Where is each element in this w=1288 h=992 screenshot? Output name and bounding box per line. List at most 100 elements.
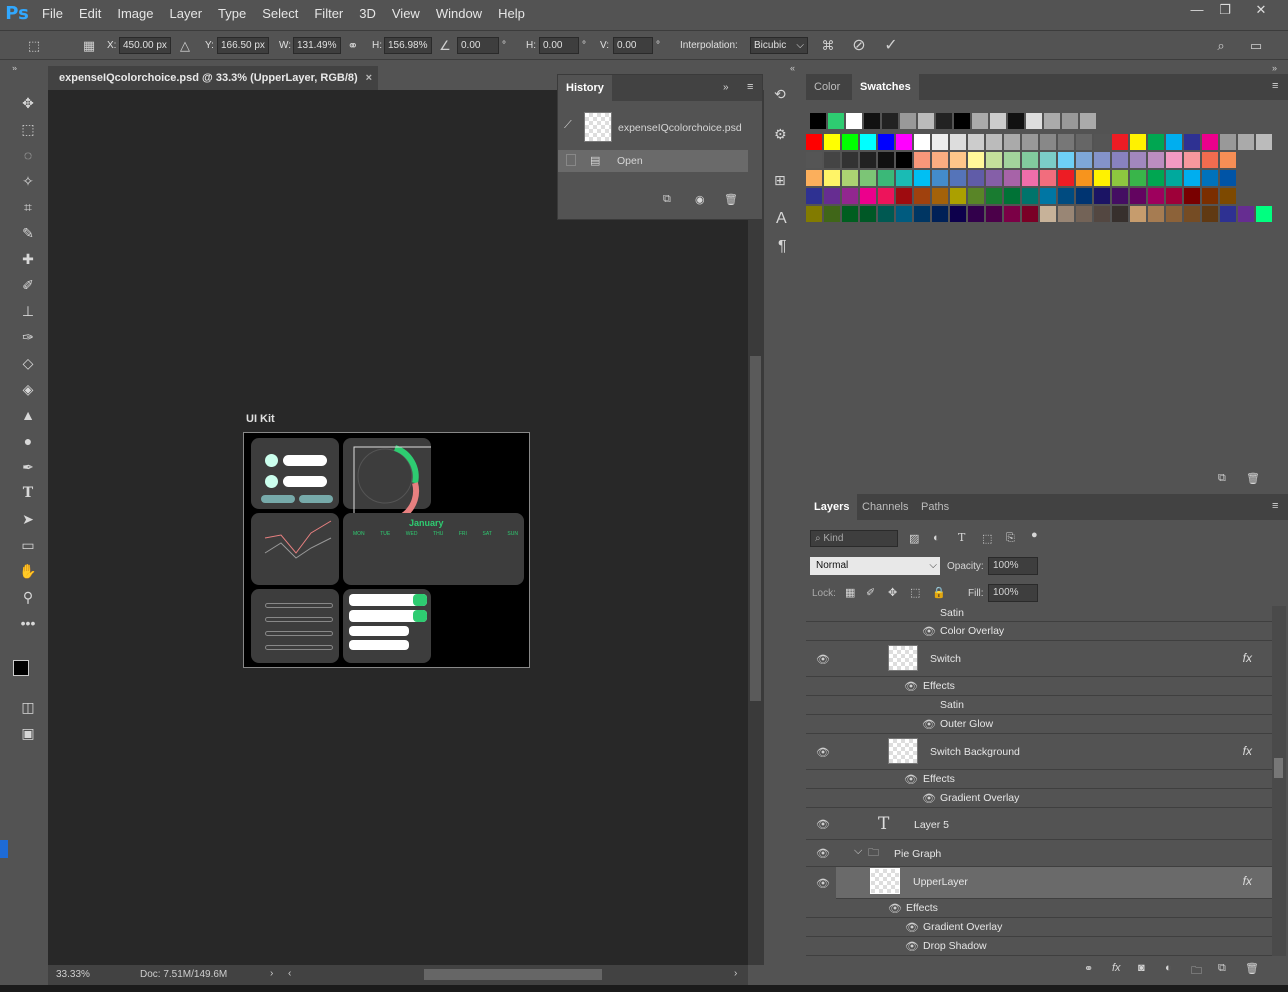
trash-icon[interactable]: 🗑 (724, 193, 738, 206)
magic-wand-icon[interactable]: ✧ (17, 170, 39, 192)
color-swatch[interactable] (1238, 134, 1254, 150)
color-swatch[interactable] (1026, 113, 1042, 129)
color-swatch[interactable] (1202, 134, 1218, 150)
effect-satin-row[interactable]: Satin (806, 606, 1272, 622)
color-swatch[interactable] (1112, 152, 1128, 168)
color-swatch[interactable] (878, 134, 894, 150)
color-swatch[interactable] (932, 206, 948, 222)
tab-history[interactable]: History (558, 75, 612, 101)
color-swatch[interactable] (828, 113, 844, 129)
color-swatch[interactable] (810, 113, 826, 129)
screen-mode-icon[interactable]: ▣ (17, 722, 39, 744)
history-snapshot[interactable]: ⟋ expenseIQcolorchoice.psd (558, 109, 762, 147)
eye-icon[interactable]: 👁 (816, 877, 830, 890)
reference-point-icon[interactable]: ▦ (79, 36, 99, 56)
color-swatch[interactable] (990, 113, 1006, 129)
eye-icon[interactable]: 👁 (904, 773, 918, 786)
filter-adjustment-icon[interactable]: ◐ (933, 532, 940, 544)
collapse-panel-icon[interactable]: » (723, 82, 729, 93)
color-swatch[interactable] (1202, 206, 1218, 222)
color-swatch[interactable] (864, 113, 880, 129)
color-swatch[interactable] (918, 113, 934, 129)
color-swatch[interactable] (986, 188, 1002, 204)
new-swatch-icon[interactable]: ⧉ (1218, 472, 1226, 485)
chevron-down-icon[interactable]: ⌵ (854, 845, 862, 858)
color-swatch[interactable] (968, 152, 984, 168)
link-icon[interactable]: ⚭ (343, 36, 363, 56)
color-swatch[interactable] (1202, 152, 1218, 168)
color-swatch[interactable] (1022, 206, 1038, 222)
color-swatch[interactable] (968, 206, 984, 222)
healing-brush-icon[interactable]: ✚ (17, 248, 39, 270)
eye-icon[interactable]: 👁 (816, 847, 830, 860)
color-swatch[interactable] (1202, 170, 1218, 186)
color-swatch[interactable] (842, 134, 858, 150)
color-swatch[interactable] (1040, 206, 1056, 222)
scroll-right-icon[interactable]: › (734, 968, 737, 979)
layer-switch-row[interactable]: 👁 Switch fx (806, 641, 1272, 677)
artboard-ui-kit[interactable]: January MON TUE WED THU FRI SAT SUN (243, 432, 530, 668)
color-swatch[interactable] (950, 134, 966, 150)
tab-swatches[interactable]: Swatches (852, 74, 919, 100)
tab-layers[interactable]: Layers (806, 494, 858, 520)
layer-upperlayer-row[interactable]: UpperLayer fx (836, 867, 1272, 899)
layer-5-row[interactable]: 👁 T Layer 5 (806, 808, 1272, 840)
vertical-scrollbar[interactable] (748, 90, 764, 965)
effect-drop-shadow-row[interactable]: 👁 Drop Shadow (806, 937, 1272, 956)
panel-collapse-icon[interactable]: « (790, 63, 795, 73)
fill-field[interactable]: 100% (988, 584, 1038, 602)
effects-row[interactable]: 👁 Effects (806, 677, 1272, 696)
color-swatch[interactable] (1220, 188, 1236, 204)
menu-layer[interactable]: Layer (162, 0, 211, 28)
color-swatch[interactable] (1040, 152, 1056, 168)
delta-icon[interactable]: △ (175, 36, 195, 56)
adjustments-panel-icon[interactable]: ⊞ (774, 172, 786, 189)
zoom-level[interactable]: 33.33% (56, 969, 90, 980)
color-swatch[interactable] (1040, 170, 1056, 186)
filter-smartobject-icon[interactable]: ⎘ (1006, 532, 1015, 545)
menu-select[interactable]: Select (254, 0, 306, 28)
scroll-left-icon[interactable]: ‹ (288, 968, 291, 979)
color-swatch[interactable] (1080, 113, 1096, 129)
eye-icon[interactable]: 👁 (904, 680, 918, 693)
color-swatch[interactable] (846, 113, 862, 129)
color-swatch[interactable] (1004, 206, 1020, 222)
color-swatch[interactable] (1094, 188, 1110, 204)
menu-file[interactable]: File (34, 0, 71, 28)
paragraph-panel-icon[interactable]: ¶ (778, 238, 787, 256)
color-swatch[interactable] (1004, 188, 1020, 204)
status-arrow-icon[interactable]: › (270, 968, 273, 979)
color-swatch[interactable] (806, 206, 822, 222)
color-swatch[interactable] (1184, 170, 1200, 186)
lock-all-icon[interactable]: 🔒 (932, 586, 946, 599)
color-swatch[interactable] (1166, 206, 1182, 222)
color-swatch[interactable] (1202, 188, 1218, 204)
fx-icon[interactable]: fx (1243, 651, 1252, 665)
document-tab[interactable]: expenseIQcolorchoice.psd @ 33.3% (UpperL… (48, 66, 378, 90)
color-swatch[interactable] (932, 188, 948, 204)
new-group-icon[interactable]: 🗀 (1191, 962, 1202, 981)
color-swatch[interactable] (1094, 152, 1110, 168)
menu-image[interactable]: Image (109, 0, 161, 28)
effect-gradient-overlay-row[interactable]: 👁 Gradient Overlay (806, 918, 1272, 937)
color-swatch[interactable] (1004, 152, 1020, 168)
hand-tool-icon[interactable]: ✋ (17, 560, 39, 582)
color-swatch[interactable] (950, 152, 966, 168)
menu-help[interactable]: Help (490, 0, 533, 28)
color-swatch[interactable] (914, 170, 930, 186)
color-swatch[interactable] (860, 170, 876, 186)
color-swatch[interactable] (968, 188, 984, 204)
effect-outer-glow-row[interactable]: 👁 Outer Glow (806, 715, 1272, 734)
vertical-scroll-thumb[interactable] (750, 356, 761, 701)
color-swatch[interactable] (986, 170, 1002, 186)
color-swatch[interactable] (824, 206, 840, 222)
color-swatch[interactable] (806, 188, 822, 204)
color-swatch[interactable] (1112, 170, 1128, 186)
color-swatch[interactable] (1112, 134, 1128, 150)
cancel-transform-icon[interactable]: ⊘ (849, 36, 869, 56)
effect-satin-row[interactable]: Satin (806, 696, 1272, 715)
color-swatch[interactable] (1058, 134, 1074, 150)
color-swatch[interactable] (954, 113, 970, 129)
link-layers-icon[interactable]: ⚭ (1084, 962, 1093, 975)
color-swatch[interactable] (1256, 134, 1272, 150)
